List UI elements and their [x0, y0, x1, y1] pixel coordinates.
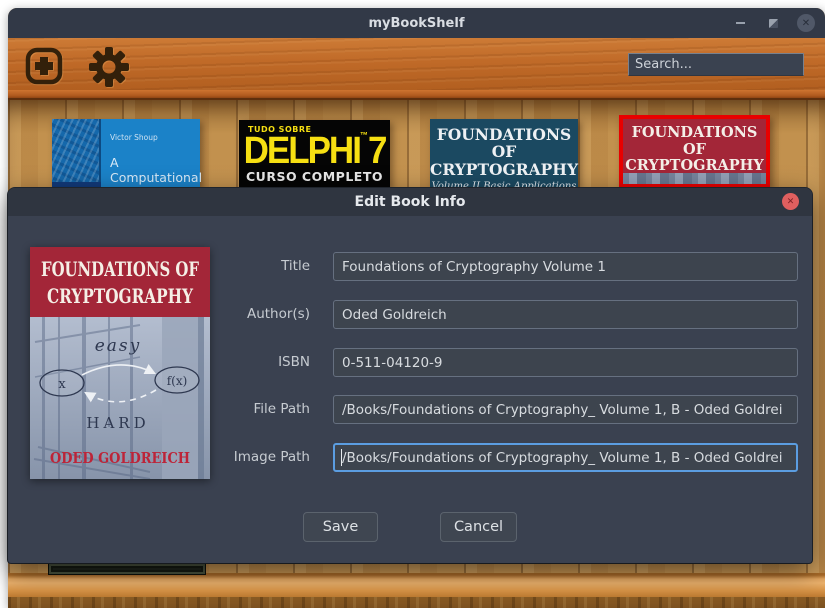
- book-title-line2: CRYPTOGRAPHY: [625, 157, 763, 174]
- edit-book-dialog: Edit Book Info ✕: [8, 188, 812, 563]
- screenshot-root: myBookShelf ✕: [0, 0, 825, 608]
- authors-label: Author(s): [224, 306, 310, 322]
- cancel-button[interactable]: Cancel: [440, 512, 517, 542]
- title-label: Title: [224, 258, 310, 274]
- save-button[interactable]: Save: [303, 512, 378, 542]
- book-cryptography-vol2[interactable]: FOUNDATIONS OF CRYPTOGRAPHY Volume II Ba…: [430, 119, 578, 188]
- isbn-label: ISBN: [224, 354, 310, 370]
- cover-author: ODED GOLDREICH: [50, 449, 190, 467]
- cover-title-line2: CRYPTOGRAPHY: [47, 284, 194, 308]
- restore-icon: [769, 19, 778, 28]
- authors-input[interactable]: [333, 300, 798, 329]
- isbn-input[interactable]: [333, 348, 798, 377]
- file-path-input[interactable]: [333, 395, 798, 424]
- shelf-lower-grain: [8, 597, 825, 608]
- file-path-label: File Path: [224, 401, 310, 417]
- add-book-icon[interactable]: [24, 46, 64, 86]
- search-input[interactable]: [628, 53, 804, 76]
- window-controls: ✕: [731, 8, 815, 38]
- cover-title-line1: FOUNDATIONS OF: [41, 257, 199, 281]
- window-title: myBookShelf: [369, 16, 465, 31]
- toolbar: [8, 38, 825, 90]
- book-cover-photo-strip: [623, 173, 766, 184]
- trademark-symbol: ™: [360, 131, 368, 141]
- book-subtitle: CURSO COMPLETO: [239, 169, 390, 184]
- titlebar: myBookShelf ✕: [8, 8, 825, 38]
- book-title-number: 7: [368, 129, 385, 171]
- close-icon: ✕: [797, 14, 815, 32]
- dialog-close-button[interactable]: ✕: [782, 193, 799, 210]
- book-cover-texture: [52, 119, 101, 188]
- book-cover-preview: FOUNDATIONS OF CRYPTOGRAPHY easy x f(x) …: [30, 247, 210, 479]
- image-path-label: Image Path: [224, 449, 310, 465]
- partially-hidden-book[interactable]: [48, 563, 206, 575]
- book-delphi-7[interactable]: TUDO SOBRE DELPHI™7 CURSO COMPLETO: [239, 120, 390, 188]
- book-title-line2: CRYPTOGRAPHY: [430, 160, 578, 179]
- dialog-header: Edit Book Info ✕: [8, 188, 812, 216]
- text-cursor: [341, 449, 342, 466]
- minimize-button[interactable]: [731, 14, 749, 32]
- book-title-line1: FOUNDATIONS OF: [437, 125, 571, 161]
- cover-hard-label: HARD: [86, 414, 149, 432]
- book-title: FOUNDATIONS OF CRYPTOGRAPHY: [623, 125, 766, 175]
- title-input[interactable]: [333, 252, 798, 281]
- book-title-line1: A Computational: [110, 155, 202, 185]
- book-title: DELPHI™7: [239, 132, 390, 170]
- image-path-input[interactable]: [333, 443, 798, 472]
- window-close-button[interactable]: ✕: [797, 14, 815, 32]
- book-title-line1: FOUNDATIONS OF: [632, 124, 758, 158]
- book-cryptography-vol1-selected[interactable]: FOUNDATIONS OF CRYPTOGRAPHY: [619, 115, 770, 188]
- restore-button[interactable]: [764, 14, 782, 32]
- minimize-icon: [736, 22, 745, 24]
- cover-fx-label: f(x): [167, 374, 188, 388]
- cover-x-label: x: [58, 377, 66, 392]
- book-title: FOUNDATIONS OF CRYPTOGRAPHY: [430, 126, 578, 178]
- cover-easy-label: easy: [95, 336, 142, 356]
- book-computational-introduction[interactable]: Victor Shoup A Computational Introductio…: [52, 119, 200, 188]
- dialog-title: Edit Book Info: [355, 194, 466, 210]
- settings-gear-icon[interactable]: [88, 47, 130, 87]
- shelf-top-edge: [8, 90, 825, 100]
- shelf-board: [8, 573, 825, 597]
- book-title-word: DELPHI: [244, 129, 360, 171]
- book-author: Victor Shoup: [110, 133, 158, 142]
